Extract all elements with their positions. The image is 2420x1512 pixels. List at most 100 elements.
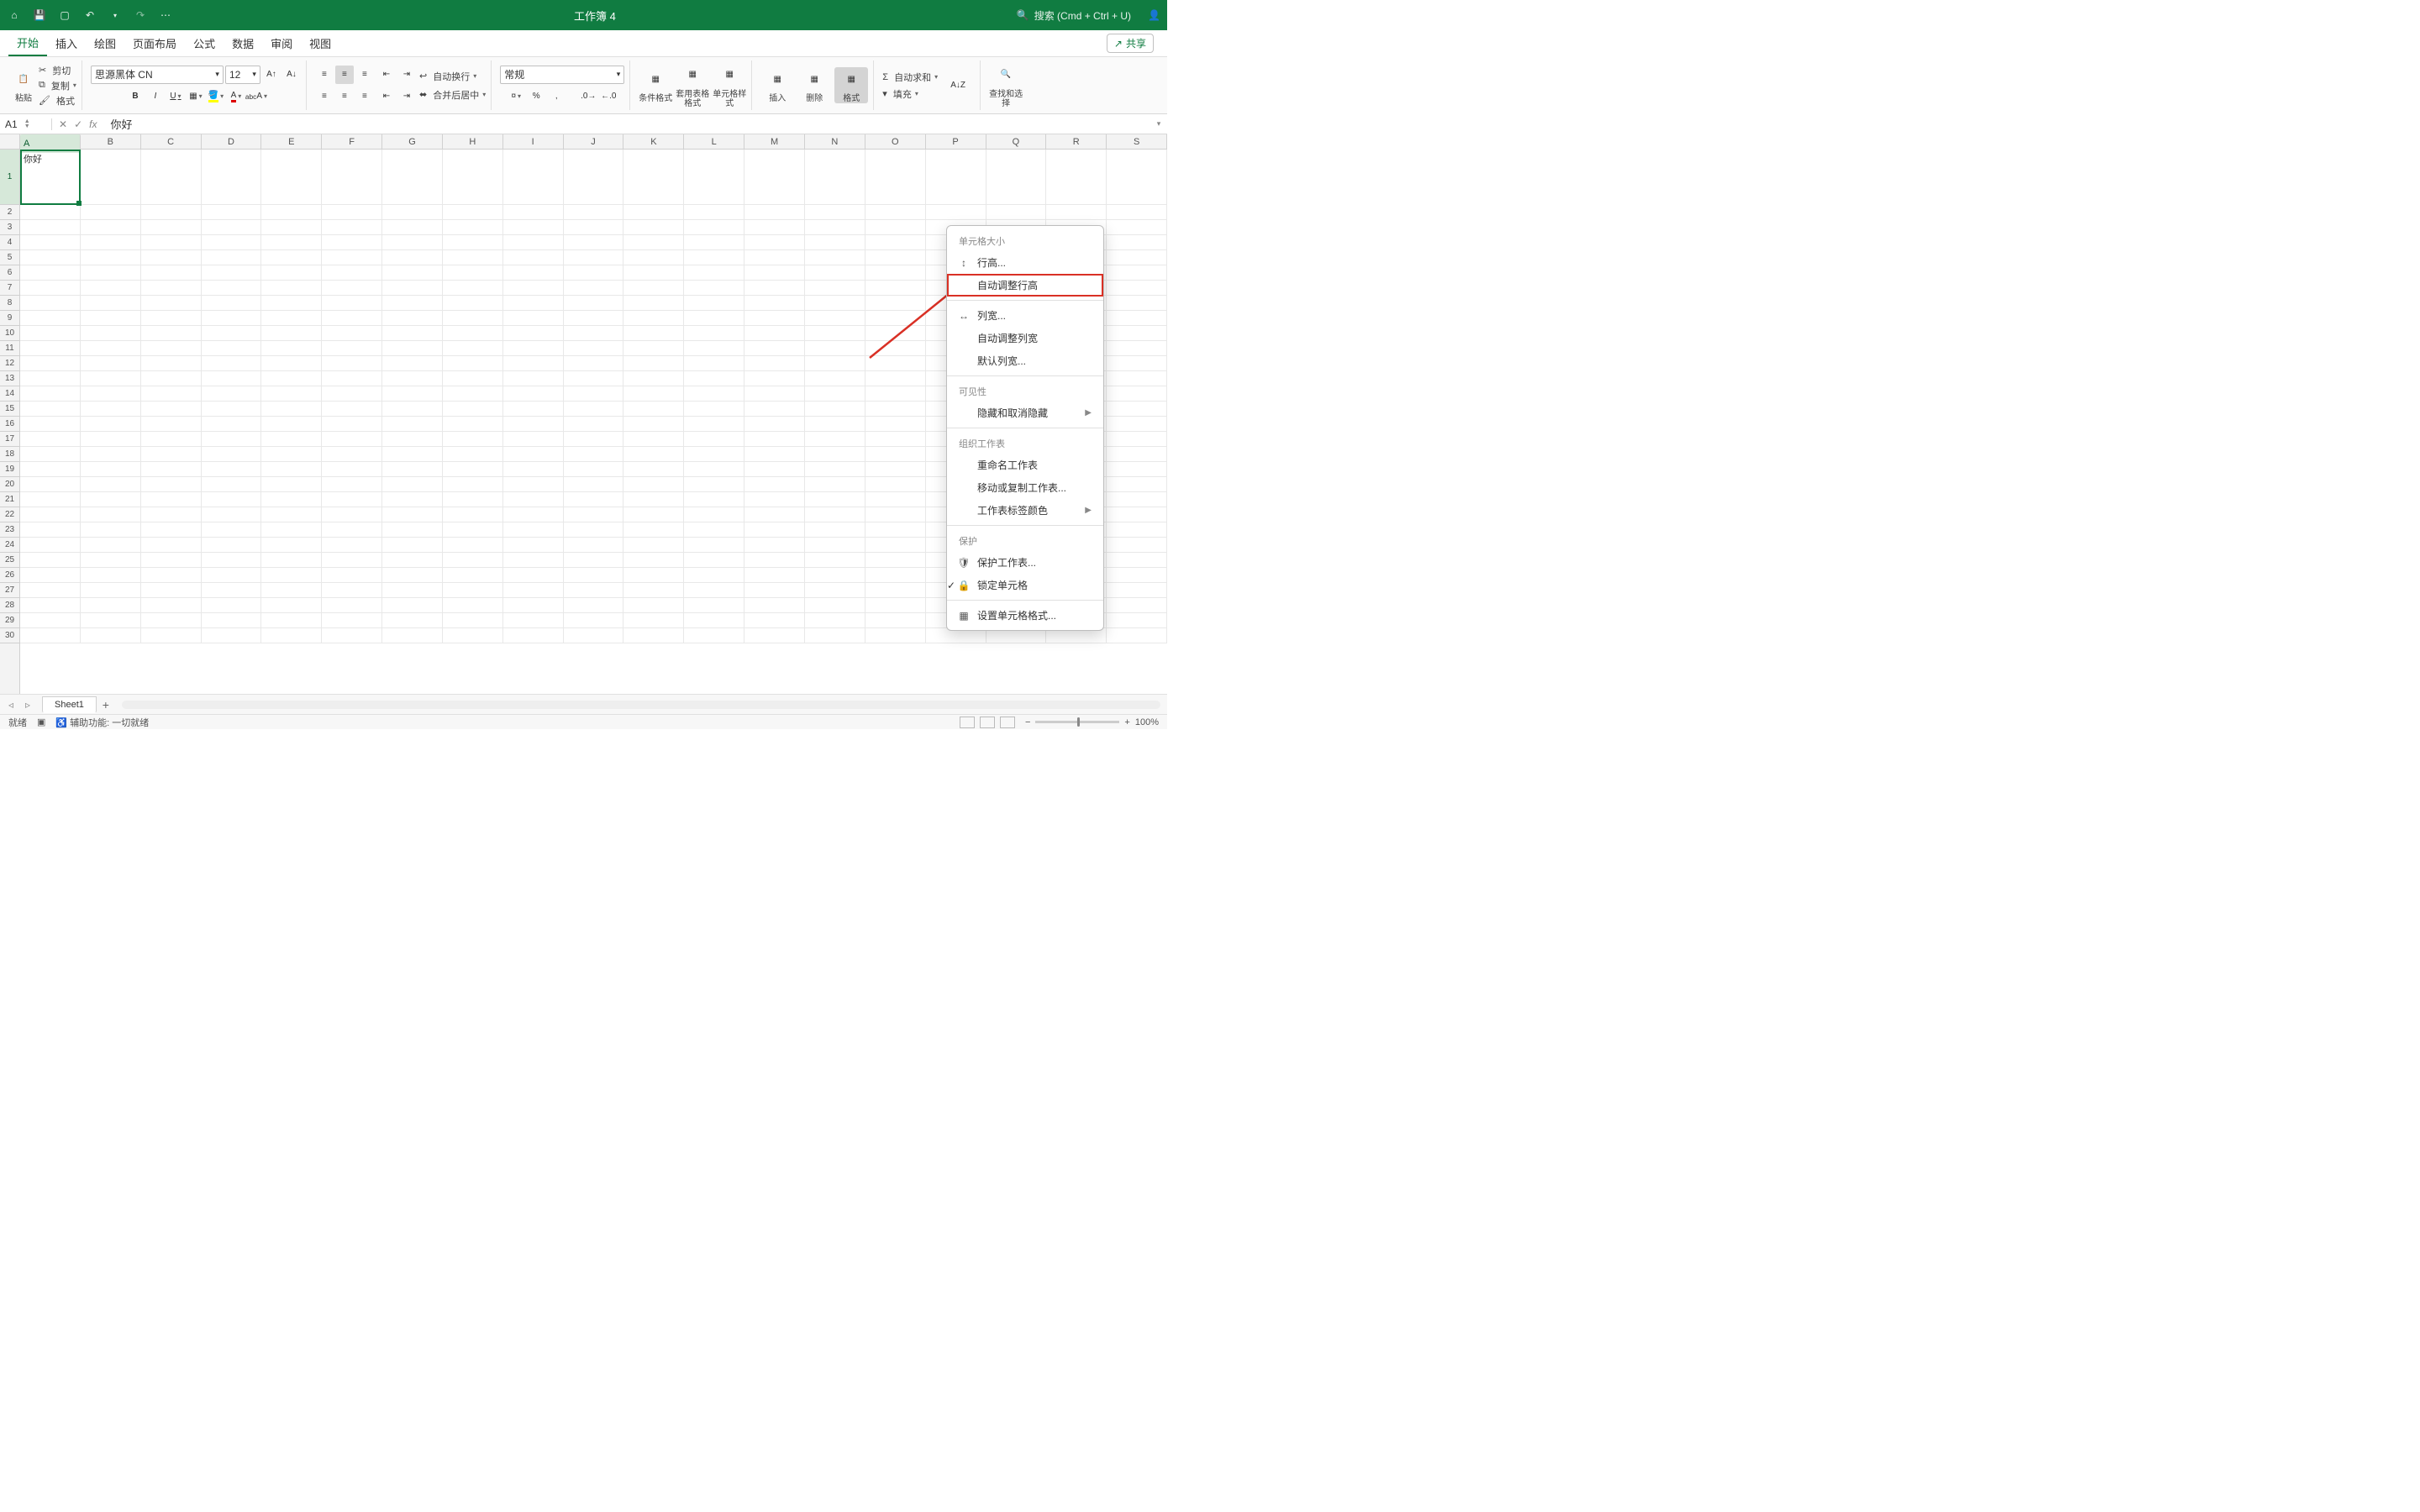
row-header-6[interactable]: 6 xyxy=(0,265,19,281)
cell-G11[interactable] xyxy=(382,341,443,356)
cell-H15[interactable] xyxy=(443,402,503,417)
tab-home[interactable]: 开始 xyxy=(8,30,47,56)
cell-B23[interactable] xyxy=(81,522,141,538)
cell-C6[interactable] xyxy=(141,265,202,281)
cell-M13[interactable] xyxy=(744,371,805,386)
cell-J25[interactable] xyxy=(564,553,624,568)
name-box[interactable]: A1 ▲▼ xyxy=(0,118,52,130)
cell-D10[interactable] xyxy=(202,326,262,341)
cell-E5[interactable] xyxy=(261,250,322,265)
cell-G14[interactable] xyxy=(382,386,443,402)
cell-M23[interactable] xyxy=(744,522,805,538)
cell-E15[interactable] xyxy=(261,402,322,417)
cell-C12[interactable] xyxy=(141,356,202,371)
underline-button[interactable]: U xyxy=(166,87,185,106)
cell-L15[interactable] xyxy=(684,402,744,417)
cell-B9[interactable] xyxy=(81,311,141,326)
cell-J3[interactable] xyxy=(564,220,624,235)
cell-F24[interactable] xyxy=(322,538,382,553)
cell-H16[interactable] xyxy=(443,417,503,432)
cell-I16[interactable] xyxy=(503,417,564,432)
cell-S7[interactable] xyxy=(1107,281,1167,296)
cell-I25[interactable] xyxy=(503,553,564,568)
row-header-17[interactable]: 17 xyxy=(0,432,19,447)
cell-I28[interactable] xyxy=(503,598,564,613)
menu-autofit-col-width[interactable]: 自动调整列宽 xyxy=(947,327,1103,349)
cell-G12[interactable] xyxy=(382,356,443,371)
cell-N7[interactable] xyxy=(805,281,865,296)
cell-S6[interactable] xyxy=(1107,265,1167,281)
cell-G19[interactable] xyxy=(382,462,443,477)
cell-L28[interactable] xyxy=(684,598,744,613)
cell-J29[interactable] xyxy=(564,613,624,628)
cell-L18[interactable] xyxy=(684,447,744,462)
col-header-O[interactable]: O xyxy=(865,134,926,149)
row-header-11[interactable]: 11 xyxy=(0,341,19,356)
decrease-decimal-icon[interactable]: ←.0 xyxy=(599,87,618,106)
cell-G28[interactable] xyxy=(382,598,443,613)
cell-B20[interactable] xyxy=(81,477,141,492)
cell-O9[interactable] xyxy=(865,311,926,326)
col-header-E[interactable]: E xyxy=(261,134,322,149)
cell-A4[interactable] xyxy=(20,235,81,250)
cell-L24[interactable] xyxy=(684,538,744,553)
cell-N20[interactable] xyxy=(805,477,865,492)
cell-S24[interactable] xyxy=(1107,538,1167,553)
tab-view[interactable]: 视图 xyxy=(301,30,339,56)
cell-K27[interactable] xyxy=(623,583,684,598)
cell-C29[interactable] xyxy=(141,613,202,628)
cell-C11[interactable] xyxy=(141,341,202,356)
increase-decimal-icon[interactable]: .0→ xyxy=(579,87,597,106)
cell-L30[interactable] xyxy=(684,628,744,643)
cell-N14[interactable] xyxy=(805,386,865,402)
cell-H2[interactable] xyxy=(443,205,503,220)
menu-row-height[interactable]: ↕行高... xyxy=(947,251,1103,274)
cell-E6[interactable] xyxy=(261,265,322,281)
cell-L27[interactable] xyxy=(684,583,744,598)
cell-B5[interactable] xyxy=(81,250,141,265)
cell-E13[interactable] xyxy=(261,371,322,386)
cell-H4[interactable] xyxy=(443,235,503,250)
cell-D9[interactable] xyxy=(202,311,262,326)
cell-B11[interactable] xyxy=(81,341,141,356)
cell-H29[interactable] xyxy=(443,613,503,628)
cell-K11[interactable] xyxy=(623,341,684,356)
bold-button[interactable]: B xyxy=(126,87,145,106)
cell-K29[interactable] xyxy=(623,613,684,628)
cell-B25[interactable] xyxy=(81,553,141,568)
expand-fbar-icon[interactable]: ▾ xyxy=(1150,119,1167,129)
cell-A8[interactable] xyxy=(20,296,81,311)
cell-K18[interactable] xyxy=(623,447,684,462)
cell-K1[interactable] xyxy=(623,150,684,205)
cell-F30[interactable] xyxy=(322,628,382,643)
cell-E11[interactable] xyxy=(261,341,322,356)
cell-M3[interactable] xyxy=(744,220,805,235)
cell-E22[interactable] xyxy=(261,507,322,522)
decrease-indent2-icon[interactable]: ⇤ xyxy=(377,87,396,106)
cell-I19[interactable] xyxy=(503,462,564,477)
cell-N9[interactable] xyxy=(805,311,865,326)
cell-E4[interactable] xyxy=(261,235,322,250)
cell-I11[interactable] xyxy=(503,341,564,356)
row-header-28[interactable]: 28 xyxy=(0,598,19,613)
cell-E16[interactable] xyxy=(261,417,322,432)
add-sheet-button[interactable]: + xyxy=(97,698,115,711)
cell-K20[interactable] xyxy=(623,477,684,492)
cell-H17[interactable] xyxy=(443,432,503,447)
cell-J19[interactable] xyxy=(564,462,624,477)
cell-G13[interactable] xyxy=(382,371,443,386)
increase-font-icon[interactable]: A↑ xyxy=(262,66,281,84)
cell-A3[interactable] xyxy=(20,220,81,235)
cell-K12[interactable] xyxy=(623,356,684,371)
formula-input[interactable]: 你好 xyxy=(103,116,1150,132)
cell-O6[interactable] xyxy=(865,265,926,281)
cell-H27[interactable] xyxy=(443,583,503,598)
cell-N23[interactable] xyxy=(805,522,865,538)
cell-A1[interactable]: 你好 xyxy=(20,150,81,205)
cell-I14[interactable] xyxy=(503,386,564,402)
share-button[interactable]: ↗ 共享 xyxy=(1107,34,1154,53)
cell-L22[interactable] xyxy=(684,507,744,522)
cell-H18[interactable] xyxy=(443,447,503,462)
cell-G15[interactable] xyxy=(382,402,443,417)
enter-formula-icon[interactable]: ✓ xyxy=(74,118,82,130)
